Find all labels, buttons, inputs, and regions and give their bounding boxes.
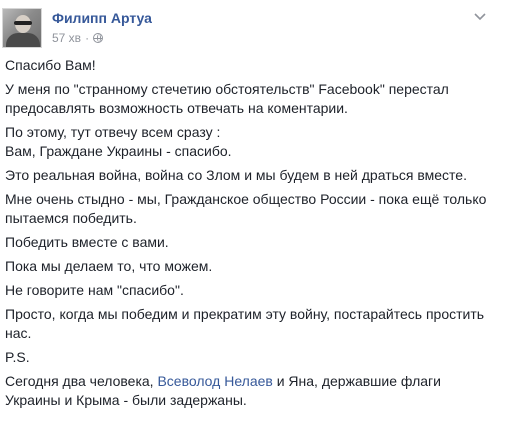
tagged-person-link[interactable]: Всеволод Нелаев: [157, 373, 272, 389]
globe-icon[interactable]: [93, 33, 104, 43]
chevron-down-icon[interactable]: [473, 10, 487, 24]
avatar[interactable]: [2, 8, 42, 48]
paragraph: Сегодня два человека, Всеволод Нелаев и …: [5, 373, 441, 408]
paragraph: У меня по "странному стечетию обстоятель…: [5, 81, 449, 116]
paragraph: По этому, тут отвечу всем сразу : Вам, Г…: [5, 124, 232, 159]
avatar-glasses: [14, 21, 32, 25]
paragraph: Не говорите нам "спасибо".: [5, 282, 184, 298]
paragraph: Победить вместе с вами.: [5, 234, 169, 250]
meta-separator: ·: [85, 31, 90, 45]
paragraph: Мне очень стыдно - мы, Гражданское общес…: [5, 191, 487, 226]
author-name[interactable]: Филипп Артуа: [52, 10, 152, 26]
paragraph: Это реальная война, война со Злом и мы б…: [5, 167, 467, 183]
paragraph: Спасибо Вам!: [5, 57, 96, 73]
paragraph: Пока мы делаем то, что можем.: [5, 258, 213, 274]
paragraph: P.S.: [5, 349, 30, 365]
avatar-shoulders: [6, 33, 40, 47]
paragraph: Просто, когда мы победим и прекратим эту…: [5, 306, 485, 341]
post-timestamp[interactable]: 57 хв: [52, 31, 81, 45]
post-meta: 57 хв ·: [52, 31, 104, 45]
facebook-post: Филипп Артуа 57 хв · Спасибо Вам! У меня…: [0, 0, 507, 440]
post-body: Спасибо Вам! У меня по "странному стечет…: [5, 56, 495, 415]
